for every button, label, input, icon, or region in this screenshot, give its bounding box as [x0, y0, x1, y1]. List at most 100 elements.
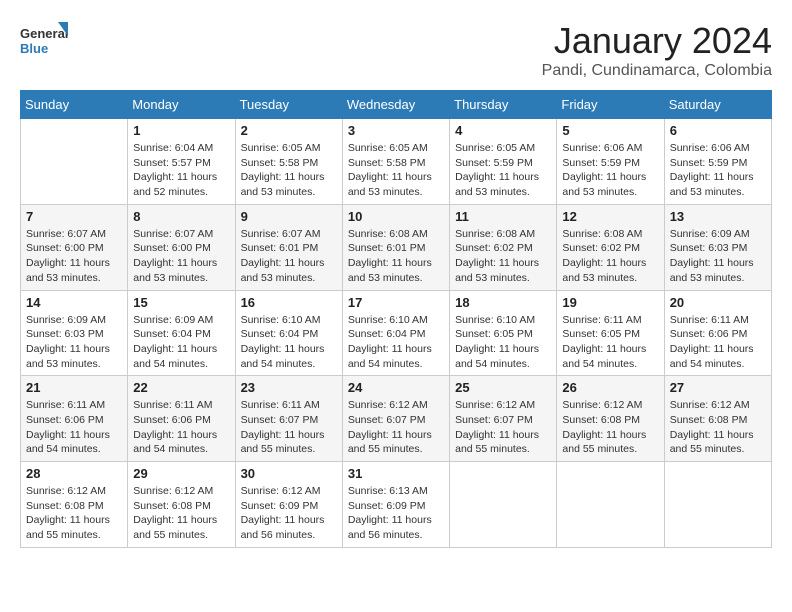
day-number: 30: [241, 466, 337, 481]
day-number: 2: [241, 123, 337, 138]
day-info: Sunrise: 6:10 AMSunset: 6:04 PMDaylight:…: [348, 314, 432, 370]
day-info: Sunrise: 6:07 AMSunset: 6:01 PMDaylight:…: [241, 228, 325, 284]
calendar-cell: 23 Sunrise: 6:11 AMSunset: 6:07 PMDaylig…: [235, 376, 342, 462]
calendar-week-2: 7 Sunrise: 6:07 AMSunset: 6:00 PMDayligh…: [21, 204, 772, 290]
day-number: 29: [133, 466, 229, 481]
svg-text:General: General: [20, 26, 68, 41]
svg-text:Blue: Blue: [20, 41, 48, 56]
day-number: 14: [26, 295, 122, 310]
calendar-cell: 4 Sunrise: 6:05 AMSunset: 5:59 PMDayligh…: [450, 119, 557, 205]
calendar-cell: 13 Sunrise: 6:09 AMSunset: 6:03 PMDaylig…: [664, 204, 771, 290]
calendar-cell: 16 Sunrise: 6:10 AMSunset: 6:04 PMDaylig…: [235, 290, 342, 376]
header-monday: Monday: [128, 91, 235, 119]
day-number: 10: [348, 209, 444, 224]
day-info: Sunrise: 6:08 AMSunset: 6:01 PMDaylight:…: [348, 228, 432, 284]
day-number: 11: [455, 209, 551, 224]
day-info: Sunrise: 6:07 AMSunset: 6:00 PMDaylight:…: [133, 228, 217, 284]
calendar-cell: 28 Sunrise: 6:12 AMSunset: 6:08 PMDaylig…: [21, 462, 128, 548]
day-info: Sunrise: 6:09 AMSunset: 6:04 PMDaylight:…: [133, 314, 217, 370]
header-friday: Friday: [557, 91, 664, 119]
day-number: 27: [670, 380, 766, 395]
day-number: 24: [348, 380, 444, 395]
day-number: 4: [455, 123, 551, 138]
day-number: 21: [26, 380, 122, 395]
day-info: Sunrise: 6:11 AMSunset: 6:06 PMDaylight:…: [670, 314, 754, 370]
day-number: 12: [562, 209, 658, 224]
calendar-cell: 15 Sunrise: 6:09 AMSunset: 6:04 PMDaylig…: [128, 290, 235, 376]
day-number: 7: [26, 209, 122, 224]
day-number: 15: [133, 295, 229, 310]
day-number: 19: [562, 295, 658, 310]
day-number: 25: [455, 380, 551, 395]
day-info: Sunrise: 6:09 AMSunset: 6:03 PMDaylight:…: [26, 314, 110, 370]
calendar-cell: 21 Sunrise: 6:11 AMSunset: 6:06 PMDaylig…: [21, 376, 128, 462]
day-info: Sunrise: 6:06 AMSunset: 5:59 PMDaylight:…: [670, 142, 754, 198]
calendar-cell: 17 Sunrise: 6:10 AMSunset: 6:04 PMDaylig…: [342, 290, 449, 376]
calendar-cell: 31 Sunrise: 6:13 AMSunset: 6:09 PMDaylig…: [342, 462, 449, 548]
calendar-cell: 20 Sunrise: 6:11 AMSunset: 6:06 PMDaylig…: [664, 290, 771, 376]
calendar-cell: 1 Sunrise: 6:04 AMSunset: 5:57 PMDayligh…: [128, 119, 235, 205]
calendar-cell: [450, 462, 557, 548]
calendar-cell: 25 Sunrise: 6:12 AMSunset: 6:07 PMDaylig…: [450, 376, 557, 462]
day-number: 3: [348, 123, 444, 138]
calendar-cell: 3 Sunrise: 6:05 AMSunset: 5:58 PMDayligh…: [342, 119, 449, 205]
day-info: Sunrise: 6:09 AMSunset: 6:03 PMDaylight:…: [670, 228, 754, 284]
calendar-cell: 24 Sunrise: 6:12 AMSunset: 6:07 PMDaylig…: [342, 376, 449, 462]
day-info: Sunrise: 6:12 AMSunset: 6:08 PMDaylight:…: [670, 399, 754, 455]
day-info: Sunrise: 6:05 AMSunset: 5:58 PMDaylight:…: [241, 142, 325, 198]
page-header: General Blue January 2024 Pandi, Cundina…: [20, 20, 772, 80]
day-info: Sunrise: 6:05 AMSunset: 5:59 PMDaylight:…: [455, 142, 539, 198]
calendar-table: SundayMondayTuesdayWednesdayThursdayFrid…: [20, 90, 772, 548]
day-info: Sunrise: 6:12 AMSunset: 6:08 PMDaylight:…: [133, 485, 217, 541]
day-info: Sunrise: 6:12 AMSunset: 6:08 PMDaylight:…: [562, 399, 646, 455]
day-number: 28: [26, 466, 122, 481]
day-number: 1: [133, 123, 229, 138]
calendar-cell: 6 Sunrise: 6:06 AMSunset: 5:59 PMDayligh…: [664, 119, 771, 205]
day-info: Sunrise: 6:12 AMSunset: 6:09 PMDaylight:…: [241, 485, 325, 541]
day-number: 16: [241, 295, 337, 310]
month-title: January 2024: [542, 20, 772, 62]
calendar-cell: 19 Sunrise: 6:11 AMSunset: 6:05 PMDaylig…: [557, 290, 664, 376]
day-number: 20: [670, 295, 766, 310]
day-number: 26: [562, 380, 658, 395]
calendar-cell: 26 Sunrise: 6:12 AMSunset: 6:08 PMDaylig…: [557, 376, 664, 462]
day-number: 22: [133, 380, 229, 395]
day-info: Sunrise: 6:11 AMSunset: 6:07 PMDaylight:…: [241, 399, 325, 455]
day-info: Sunrise: 6:12 AMSunset: 6:07 PMDaylight:…: [455, 399, 539, 455]
day-info: Sunrise: 6:05 AMSunset: 5:58 PMDaylight:…: [348, 142, 432, 198]
day-number: 31: [348, 466, 444, 481]
calendar-week-4: 21 Sunrise: 6:11 AMSunset: 6:06 PMDaylig…: [21, 376, 772, 462]
logo: General Blue: [20, 20, 70, 65]
header-saturday: Saturday: [664, 91, 771, 119]
day-info: Sunrise: 6:12 AMSunset: 6:08 PMDaylight:…: [26, 485, 110, 541]
title-block: January 2024 Pandi, Cundinamarca, Colomb…: [542, 20, 772, 80]
day-info: Sunrise: 6:10 AMSunset: 6:04 PMDaylight:…: [241, 314, 325, 370]
day-number: 23: [241, 380, 337, 395]
calendar-cell: 30 Sunrise: 6:12 AMSunset: 6:09 PMDaylig…: [235, 462, 342, 548]
day-number: 6: [670, 123, 766, 138]
day-info: Sunrise: 6:13 AMSunset: 6:09 PMDaylight:…: [348, 485, 432, 541]
calendar-cell: 8 Sunrise: 6:07 AMSunset: 6:00 PMDayligh…: [128, 204, 235, 290]
calendar-cell: [21, 119, 128, 205]
calendar-cell: 22 Sunrise: 6:11 AMSunset: 6:06 PMDaylig…: [128, 376, 235, 462]
day-info: Sunrise: 6:04 AMSunset: 5:57 PMDaylight:…: [133, 142, 217, 198]
day-info: Sunrise: 6:11 AMSunset: 6:06 PMDaylight:…: [26, 399, 110, 455]
header-thursday: Thursday: [450, 91, 557, 119]
calendar-cell: 29 Sunrise: 6:12 AMSunset: 6:08 PMDaylig…: [128, 462, 235, 548]
calendar-cell: 27 Sunrise: 6:12 AMSunset: 6:08 PMDaylig…: [664, 376, 771, 462]
calendar-week-1: 1 Sunrise: 6:04 AMSunset: 5:57 PMDayligh…: [21, 119, 772, 205]
calendar-cell: 10 Sunrise: 6:08 AMSunset: 6:01 PMDaylig…: [342, 204, 449, 290]
calendar-cell: 9 Sunrise: 6:07 AMSunset: 6:01 PMDayligh…: [235, 204, 342, 290]
calendar-cell: 12 Sunrise: 6:08 AMSunset: 6:02 PMDaylig…: [557, 204, 664, 290]
day-info: Sunrise: 6:11 AMSunset: 6:05 PMDaylight:…: [562, 314, 646, 370]
day-number: 5: [562, 123, 658, 138]
calendar-header-row: SundayMondayTuesdayWednesdayThursdayFrid…: [21, 91, 772, 119]
calendar-cell: 5 Sunrise: 6:06 AMSunset: 5:59 PMDayligh…: [557, 119, 664, 205]
day-info: Sunrise: 6:10 AMSunset: 6:05 PMDaylight:…: [455, 314, 539, 370]
logo-svg: General Blue: [20, 20, 70, 65]
header-wednesday: Wednesday: [342, 91, 449, 119]
calendar-cell: [664, 462, 771, 548]
calendar-cell: 14 Sunrise: 6:09 AMSunset: 6:03 PMDaylig…: [21, 290, 128, 376]
day-number: 8: [133, 209, 229, 224]
day-info: Sunrise: 6:08 AMSunset: 6:02 PMDaylight:…: [455, 228, 539, 284]
